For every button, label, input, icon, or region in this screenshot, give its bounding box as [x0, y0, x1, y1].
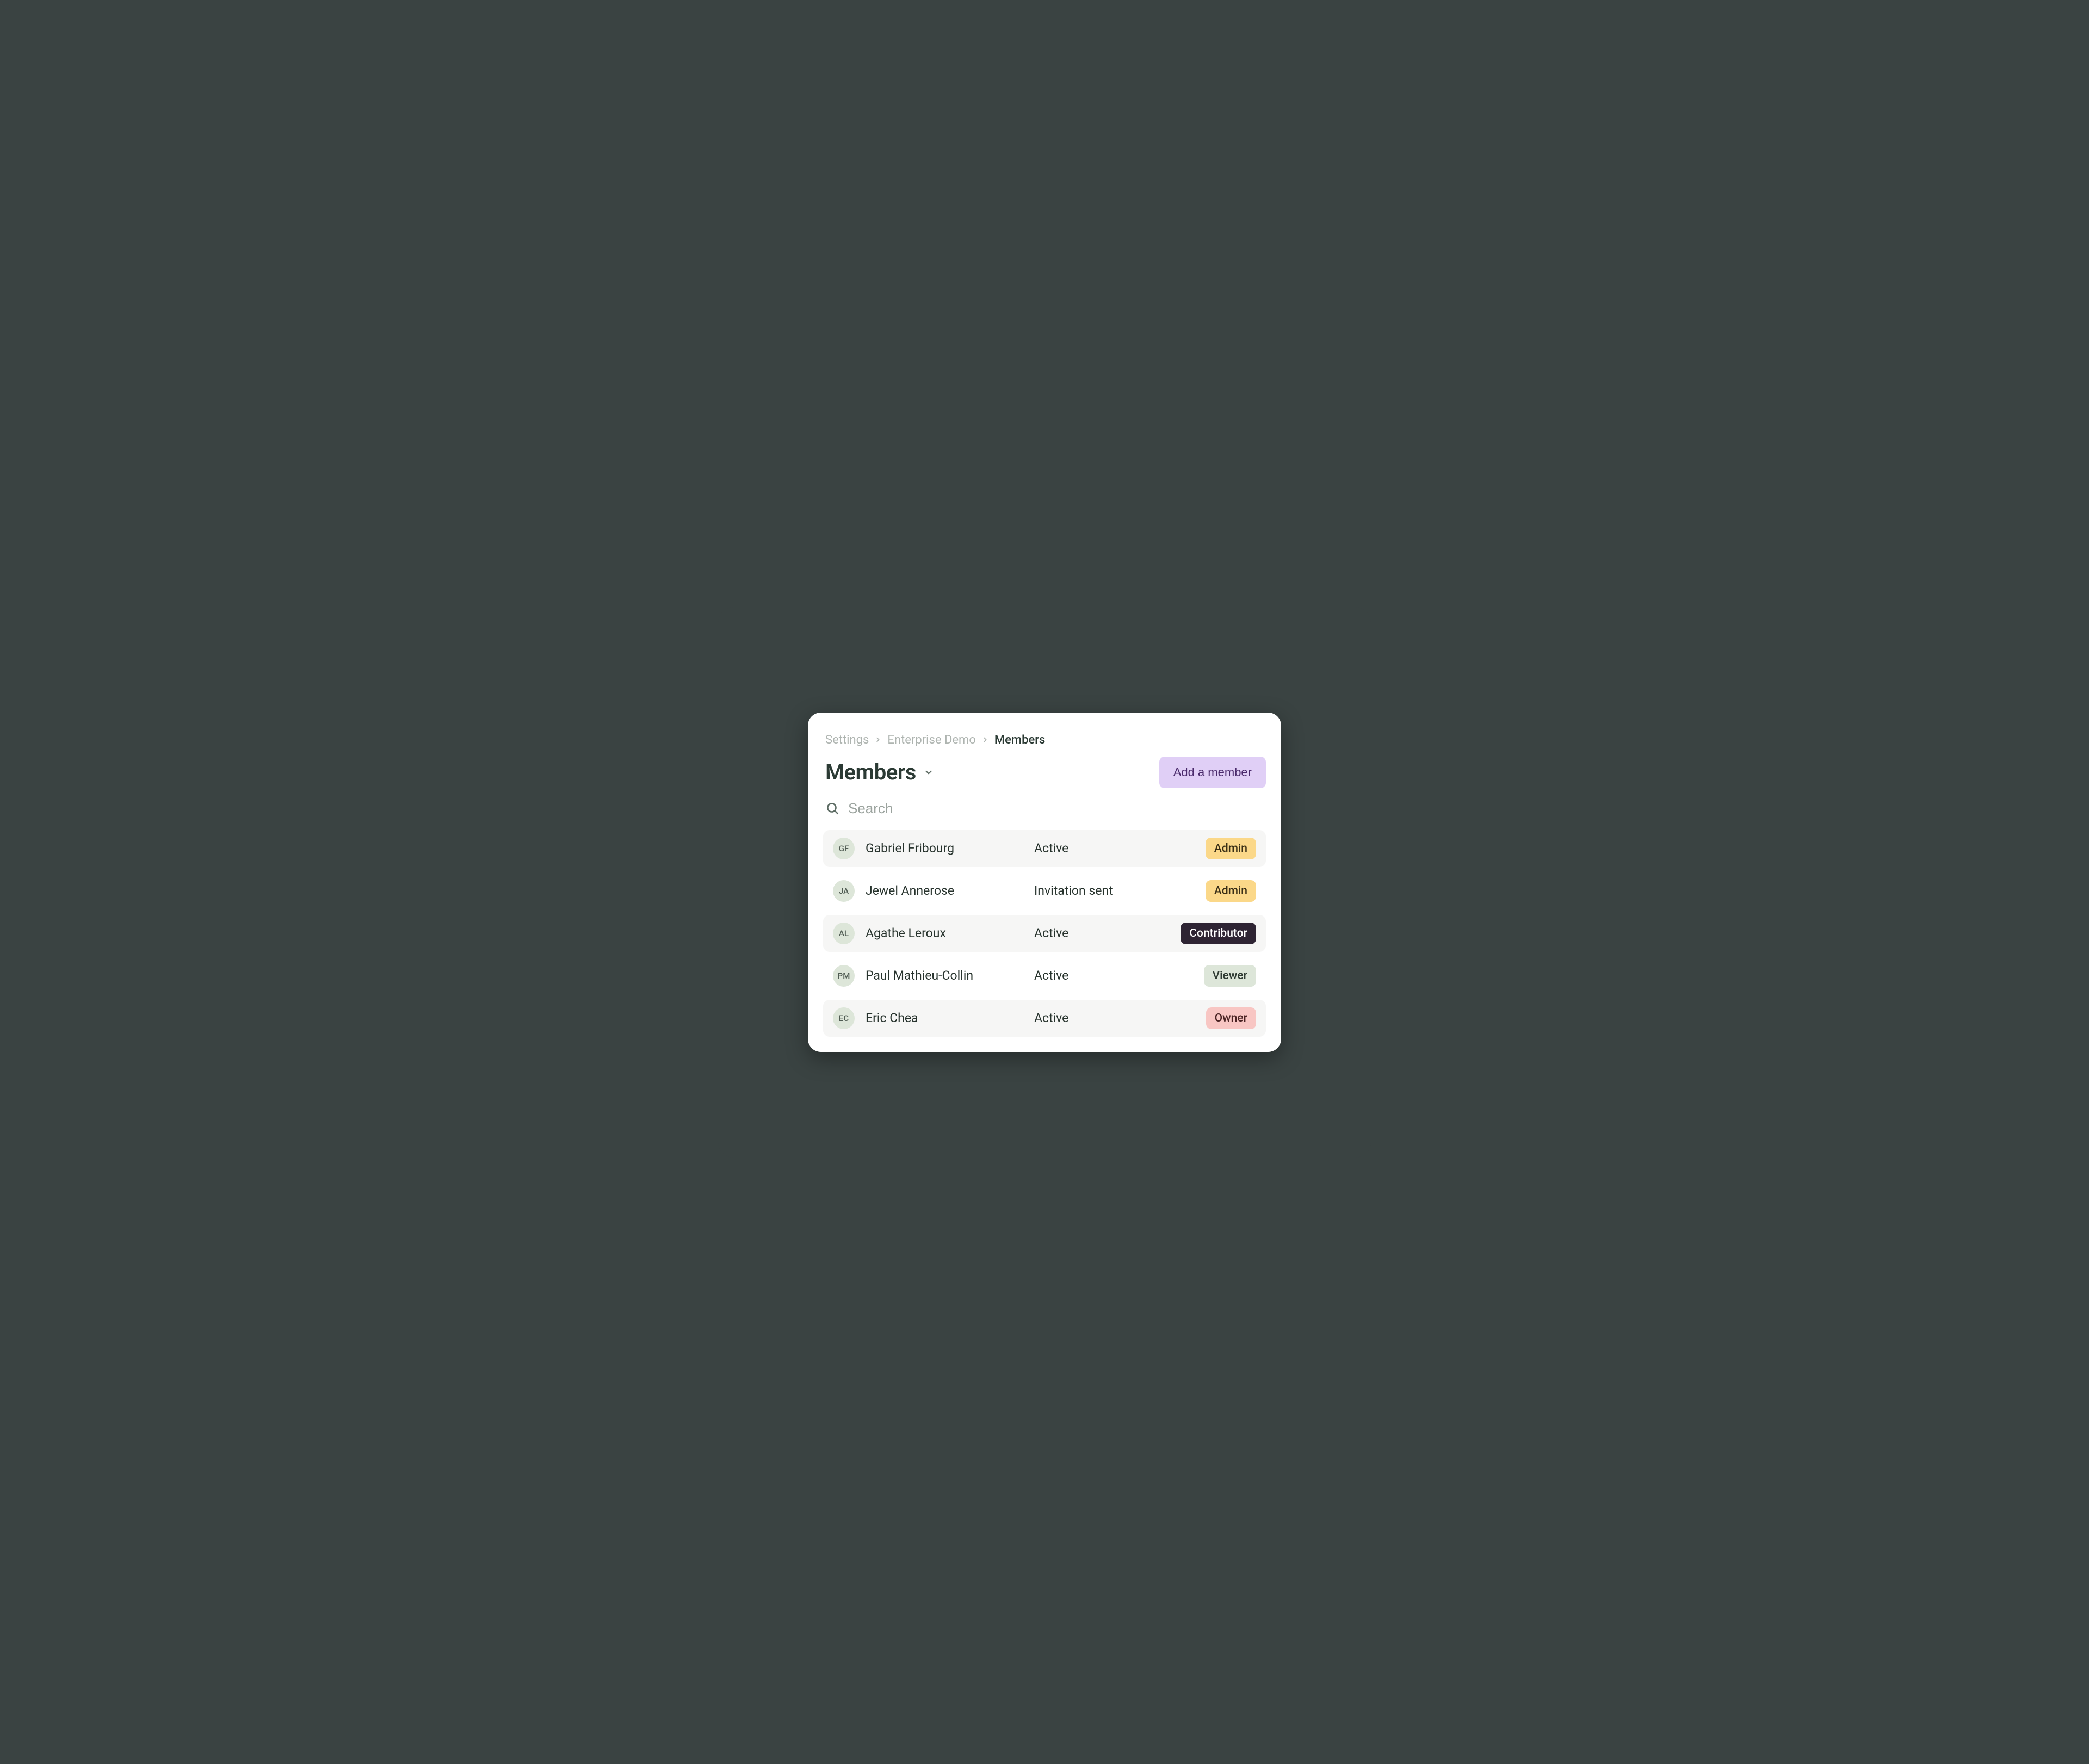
- chevron-right-icon: [981, 736, 989, 744]
- search-input[interactable]: [848, 800, 1266, 817]
- member-list: GF Gabriel Fribourg Active Admin JA Jewel Ann…: [823, 830, 1266, 1037]
- member-status: Active: [1034, 841, 1195, 856]
- member-status: Active: [1034, 1011, 1195, 1025]
- member-name: Jewel Annerose: [866, 883, 1023, 898]
- member-status: Active: [1034, 926, 1170, 940]
- role-badge[interactable]: Viewer: [1204, 965, 1256, 987]
- member-status: Active: [1034, 968, 1193, 983]
- breadcrumb-current: Members: [994, 733, 1045, 747]
- page-title-dropdown[interactable]: Members: [825, 759, 934, 785]
- member-row[interactable]: AL Agathe Leroux Active Contributor: [823, 915, 1266, 952]
- header-row: Members Add a member: [823, 757, 1266, 788]
- chevron-down-icon: [924, 768, 934, 777]
- breadcrumb-org[interactable]: Enterprise Demo: [887, 733, 976, 747]
- app-background: Settings Enterprise Demo Members Members…: [718, 607, 1371, 1158]
- member-row[interactable]: EC Eric Chea Active Owner: [823, 1000, 1266, 1037]
- role-badge[interactable]: Contributor: [1181, 923, 1256, 944]
- member-name: Paul Mathieu-Collin: [866, 968, 1023, 983]
- role-badge[interactable]: Owner: [1206, 1007, 1256, 1029]
- breadcrumb-settings[interactable]: Settings: [825, 733, 869, 747]
- member-row[interactable]: JA Jewel Annerose Invitation sent Admin: [823, 872, 1266, 909]
- member-name: Eric Chea: [866, 1011, 1023, 1025]
- member-status: Invitation sent: [1034, 883, 1195, 898]
- members-panel: Settings Enterprise Demo Members Members…: [808, 713, 1281, 1052]
- chevron-right-icon: [874, 736, 882, 744]
- avatar: GF: [833, 838, 855, 859]
- search-bar: [823, 800, 1266, 817]
- page-title: Members: [825, 759, 916, 785]
- member-row[interactable]: PM Paul Mathieu-Collin Active Viewer: [823, 957, 1266, 994]
- search-icon: [825, 801, 839, 815]
- breadcrumb: Settings Enterprise Demo Members: [823, 733, 1266, 747]
- avatar: EC: [833, 1007, 855, 1029]
- avatar: AL: [833, 923, 855, 944]
- role-badge[interactable]: Admin: [1206, 880, 1256, 902]
- avatar: JA: [833, 880, 855, 902]
- add-member-button[interactable]: Add a member: [1159, 757, 1266, 788]
- member-name: Gabriel Fribourg: [866, 841, 1023, 856]
- member-row[interactable]: GF Gabriel Fribourg Active Admin: [823, 830, 1266, 867]
- member-name: Agathe Leroux: [866, 926, 1023, 940]
- avatar: PM: [833, 965, 855, 987]
- role-badge[interactable]: Admin: [1206, 838, 1256, 859]
